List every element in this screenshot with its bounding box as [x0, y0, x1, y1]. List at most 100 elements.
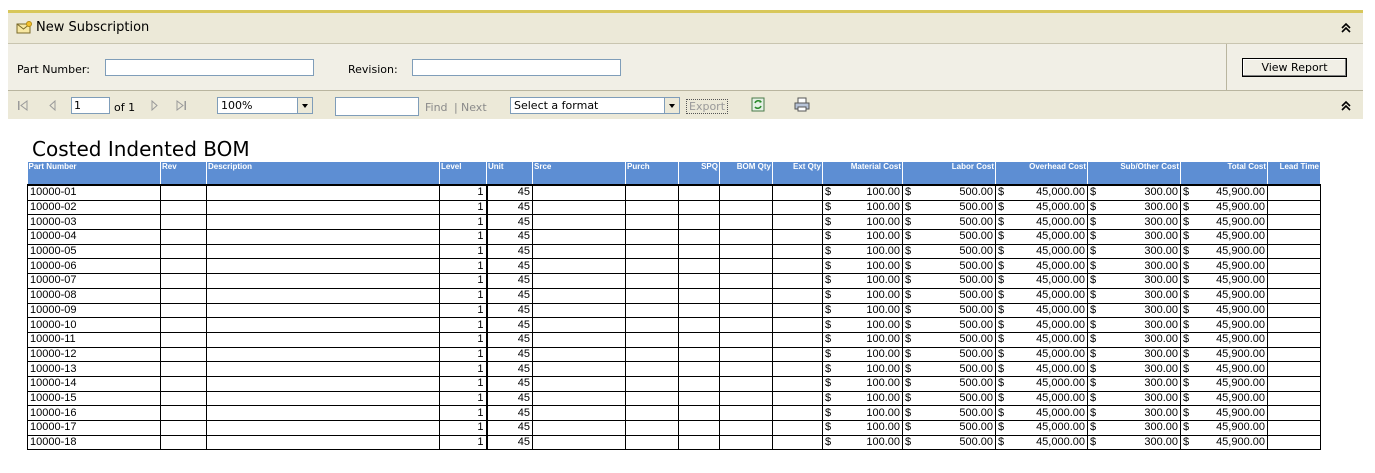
currency-symbol: $: [905, 362, 912, 375]
currency-symbol: $: [825, 245, 832, 258]
total-value: 45,900.00: [1216, 436, 1265, 449]
refresh-icon[interactable]: [751, 97, 765, 112]
unit-cell: 45: [486, 200, 533, 216]
currency-symbol: $: [825, 421, 832, 434]
labor-cell: $500.00: [902, 317, 996, 333]
first-page-icon[interactable]: [17, 100, 29, 111]
labor-cell: $500.00: [902, 244, 996, 260]
empty-cell: [160, 183, 207, 201]
part-number-input[interactable]: [105, 59, 314, 76]
material-cell: $100.00: [822, 200, 903, 216]
previous-page-icon[interactable]: [48, 100, 57, 111]
currency-symbol: $: [1183, 421, 1190, 434]
column-header: Labor Cost: [902, 162, 996, 185]
export-link[interactable]: Export: [686, 99, 729, 114]
material-cell: $100.00: [822, 317, 903, 333]
labor-value: 500.00: [959, 259, 993, 272]
level-cell: 1: [439, 183, 488, 201]
column-header: Description: [206, 162, 440, 185]
currency-symbol: $: [1090, 289, 1097, 302]
empty-cell: [719, 229, 773, 245]
empty-cell: [719, 200, 773, 216]
total-cell: $45,900.00: [1180, 361, 1268, 377]
currency-symbol: $: [1183, 215, 1190, 228]
part-cell: 10000-16: [27, 405, 161, 421]
next-page-icon[interactable]: [150, 100, 159, 111]
empty-cell: [1267, 244, 1321, 260]
table-header-row: Part Number Rev Description Level Unit Srce Pu…: [27, 162, 1321, 185]
empty-cell: [160, 273, 207, 289]
empty-cell: [1267, 258, 1321, 275]
currency-symbol: $: [998, 303, 1005, 316]
part-cell: 10000-09: [27, 303, 161, 319]
table-row: 10000-12 1 45 $100.00 $500.00 $45,000.00 $300.…: [27, 347, 1321, 363]
currency-symbol: $: [1183, 289, 1190, 302]
empty-cell: [772, 229, 823, 245]
chevron-down-icon[interactable]: [297, 98, 312, 113]
currency-symbol: $: [825, 259, 832, 272]
last-page-icon[interactable]: [175, 100, 187, 111]
currency-symbol: $: [1183, 436, 1190, 449]
empty-cell: [1267, 405, 1321, 421]
part-cell: 10000-02: [27, 200, 161, 216]
empty-cell: [206, 273, 440, 289]
overhead-value: 45,000.00: [1036, 377, 1085, 390]
part-cell: 10000-11: [27, 332, 161, 348]
empty-cell: [1267, 361, 1321, 377]
overhead-value: 45,000.00: [1036, 274, 1085, 287]
view-report-button[interactable]: View Report: [1242, 58, 1347, 77]
overhead-value: 45,000.00: [1036, 421, 1085, 434]
sub-value: 300.00: [1144, 201, 1178, 214]
overhead-cell: $45,000.00: [995, 229, 1088, 245]
table-row: 10000-06 1 45 $100.00 $500.00 $45,000.00 $300.…: [27, 258, 1321, 275]
currency-symbol: $: [998, 186, 1005, 199]
empty-cell: [1267, 183, 1321, 201]
material-value: 100.00: [866, 289, 900, 302]
print-icon[interactable]: [794, 97, 810, 112]
find-input[interactable]: [335, 97, 419, 116]
material-value: 100.00: [866, 347, 900, 360]
currency-symbol: $: [998, 406, 1005, 419]
material-cell: $100.00: [822, 303, 903, 319]
subscription-title[interactable]: New Subscription: [36, 20, 149, 35]
level-cell: 1: [439, 361, 488, 377]
table-row: 10000-04 1 45 $100.00 $500.00 $45,000.00 $300.…: [27, 229, 1321, 245]
material-value: 100.00: [866, 436, 900, 449]
empty-cell: [532, 361, 626, 377]
sub-value: 300.00: [1144, 391, 1178, 404]
currency-symbol: $: [1183, 362, 1190, 375]
currency-symbol: $: [998, 201, 1005, 214]
empty-cell: [160, 405, 207, 421]
total-cell: $45,900.00: [1180, 347, 1268, 363]
currency-symbol: $: [998, 318, 1005, 331]
new-subscription-icon: [16, 21, 32, 34]
empty-cell: [532, 332, 626, 348]
part-cell: 10000-03: [27, 214, 161, 231]
empty-cell: [160, 317, 207, 333]
part-cell: 10000-10: [27, 317, 161, 333]
collapse-toolbar-icon[interactable]: [1339, 99, 1353, 113]
page-number-input[interactable]: [71, 97, 110, 114]
chevron-down-icon[interactable]: [664, 98, 679, 113]
empty-cell: [206, 391, 440, 407]
empty-cell: [719, 420, 773, 436]
empty-cell: [160, 376, 207, 392]
currency-symbol: $: [1183, 347, 1190, 360]
collapse-icon[interactable]: [1339, 21, 1353, 35]
empty-cell: [625, 229, 679, 245]
unit-cell: 45: [486, 258, 533, 275]
export-format-select[interactable]: Select a format: [510, 97, 680, 114]
overhead-value: 45,000.00: [1036, 259, 1085, 272]
zoom-select[interactable]: 100%: [217, 97, 313, 114]
material-value: 100.00: [866, 421, 900, 434]
revision-input[interactable]: [412, 59, 621, 76]
total-value: 45,900.00: [1216, 245, 1265, 258]
labor-cell: $500.00: [902, 391, 996, 407]
find-next-link[interactable]: Next: [461, 101, 487, 114]
table-row: 10000-02 1 45 $100.00 $500.00 $45,000.00 $300.…: [27, 200, 1321, 216]
part-cell: 10000-08: [27, 288, 161, 304]
overhead-cell: $45,000.00: [995, 376, 1088, 392]
find-link[interactable]: Find: [425, 101, 448, 114]
empty-cell: [625, 435, 679, 451]
column-header: BOM Qty: [719, 162, 773, 185]
